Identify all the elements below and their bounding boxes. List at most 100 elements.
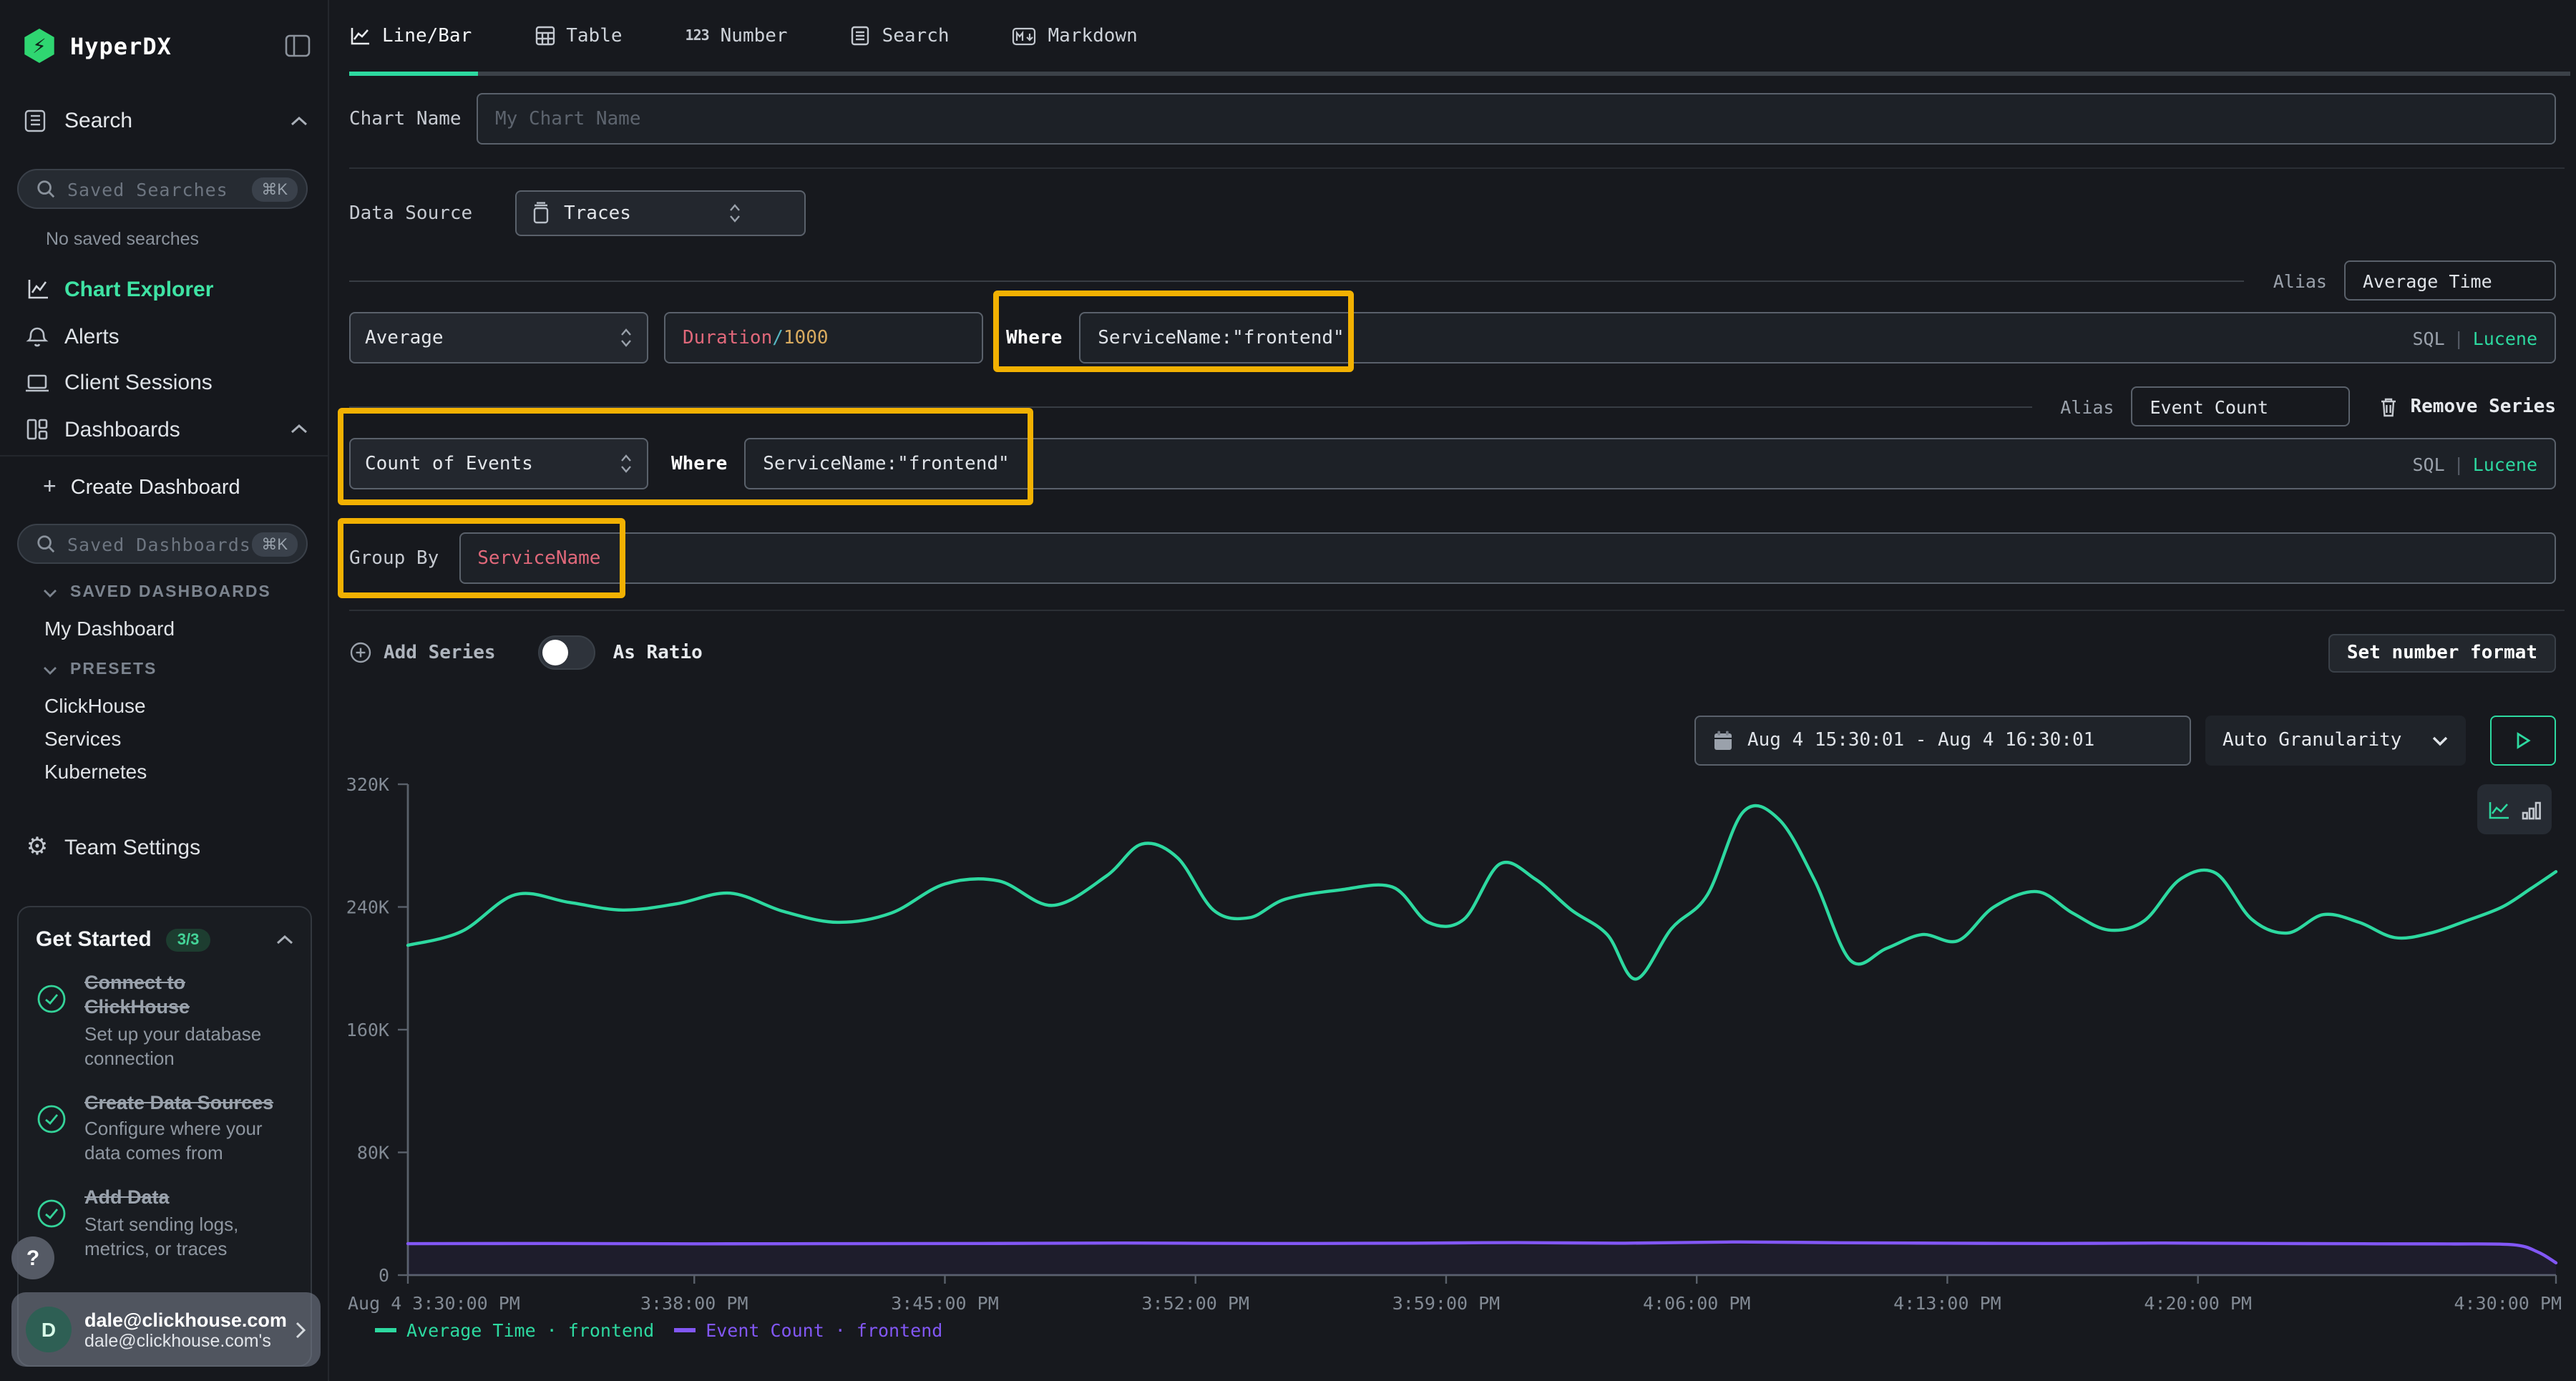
avatar: D (26, 1307, 72, 1352)
alias-label: Alias (2273, 270, 2327, 291)
legend-line-marker (674, 1329, 696, 1332)
chart-plot[interactable]: 080K160K240K320KAug 4 3:30:00 PM3:38:00 … (329, 773, 2576, 1345)
add-series-button[interactable]: Add Series (349, 641, 496, 664)
lucene-mode-button[interactable]: Lucene (2473, 453, 2537, 474)
chevron-up-icon[interactable] (291, 424, 308, 435)
granularity-select[interactable]: Auto Granularity (2205, 716, 2466, 766)
x-tick-label: Aug 4 3:30:00 PM (348, 1293, 520, 1314)
sidebar-item-services[interactable]: Services (44, 727, 121, 750)
series-divider-line (349, 406, 2031, 407)
calendar-icon (1713, 730, 1733, 751)
saved-dashboards-section-header[interactable]: SAVED DASHBOARDS (43, 584, 271, 601)
series-2-aggregation-select[interactable]: Count of Events (349, 438, 648, 489)
select-caret-icon (620, 328, 633, 348)
series-actions-row: Add Series As Ratio Set number format (349, 633, 2556, 673)
sidebar-item-label: Alerts (64, 324, 119, 348)
create-dashboard-button[interactable]: + Create Dashboard (43, 475, 240, 501)
where-query: ServiceName:"frontend" (763, 453, 1009, 474)
series-1-alias-input[interactable]: Average Time (2344, 260, 2556, 301)
tab-number[interactable]: 123 Number (686, 25, 788, 47)
date-range-input[interactable]: Aug 4 15:30:01 - Aug 4 16:30:01 (1694, 716, 2191, 766)
series-1-field-expression-input[interactable]: Duration/1000 (664, 312, 983, 363)
sidebar-item-kubernetes[interactable]: Kubernetes (44, 760, 147, 783)
tab-line-bar[interactable]: Line/Bar (349, 25, 472, 47)
tab-table[interactable]: Table (535, 25, 622, 47)
help-button[interactable]: ? (11, 1236, 54, 1279)
get-started-progress-badge: 3/3 (166, 928, 211, 951)
search-section-header[interactable]: Search (23, 109, 308, 133)
get-started-title: Get Started (36, 927, 152, 952)
data-source-select[interactable]: Traces (515, 190, 806, 236)
legend-item[interactable]: Average Time · frontend (375, 1319, 654, 1341)
get-started-item[interactable]: Connect to ClickHouse Set up your databa… (36, 972, 293, 1071)
group-by-row: Group By ServiceName (349, 532, 2556, 584)
tab-label: Search (882, 25, 950, 47)
search-icon (36, 534, 56, 554)
expression-field: Duration (683, 327, 772, 348)
section-header-label: PRESETS (70, 661, 157, 678)
legend-item[interactable]: Event Count · frontend (674, 1319, 942, 1341)
sidebar-item-clickhouse[interactable]: ClickHouse (44, 694, 146, 717)
run-query-button[interactable] (2490, 716, 2556, 766)
tab-markdown[interactable]: Markdown (1013, 25, 1138, 47)
data-source-value: Traces (564, 202, 631, 224)
sidebar-item-team-settings[interactable]: ⚙ Team Settings (23, 833, 200, 862)
group-by-input[interactable]: ServiceName (459, 532, 2556, 584)
alias-value: Average Time (2363, 270, 2492, 291)
x-tick-label: 3:59:00 PM (1392, 1293, 1501, 1314)
saved-searches-input[interactable]: Saved Searches ⌘K (17, 169, 308, 209)
add-series-label: Add Series (384, 642, 496, 663)
remove-series-label: Remove Series (2411, 396, 2557, 417)
user-subtext: dale@clickhouse.com's (84, 1330, 287, 1350)
sidebar-item-dashboards[interactable]: Dashboards (23, 412, 308, 446)
circle-check-icon (36, 1103, 70, 1166)
section-header-label: SAVED DASHBOARDS (70, 584, 271, 601)
as-ratio-toggle[interactable] (539, 635, 596, 670)
series-2-alias-input[interactable]: Event Count (2132, 386, 2351, 426)
collapse-sidebar-icon[interactable] (285, 34, 311, 57)
series-1-aggregation-select[interactable]: Average (349, 312, 648, 363)
journal-icon (23, 109, 47, 133)
saved-dashboards-input[interactable]: Saved Dashboards ⌘K (17, 524, 308, 564)
x-tick-label: 3:45:00 PM (891, 1293, 999, 1314)
user-account-chip[interactable]: D dale@clickhouse.com dale@clickhouse.co… (11, 1292, 321, 1367)
sidebar-item-my-dashboard[interactable]: My Dashboard (44, 617, 175, 640)
sidebar-item-label: Dashboards (64, 417, 180, 441)
remove-series-button[interactable]: Remove Series (2379, 396, 2557, 417)
chart-type-tabs: Line/Bar Table 123 Number Search (349, 0, 1138, 72)
series-1-where-input[interactable]: ServiceName:"frontend" SQL|Lucene (1079, 312, 2556, 363)
as-ratio-label: As Ratio (613, 642, 703, 663)
presets-section-header[interactable]: PRESETS (43, 661, 157, 678)
set-number-format-button[interactable]: Set number format (2328, 633, 2556, 672)
search-icon (36, 179, 56, 199)
group-by-label: Group By (349, 547, 439, 569)
series-2-where-input[interactable]: ServiceName:"frontend" SQL|Lucene (744, 438, 2556, 489)
get-started-item[interactable]: Add Data Start sending logs, metrics, or… (36, 1186, 293, 1262)
sidebar-item-label: Client Sessions (64, 370, 213, 394)
user-email: dale@clickhouse.com (84, 1309, 287, 1330)
sidebar-item-alerts[interactable]: Alerts (23, 319, 308, 353)
get-started-item[interactable]: Create Data Sources Configure where your… (36, 1091, 293, 1166)
trash-icon (2379, 396, 2399, 417)
plus-icon: + (43, 475, 57, 501)
bell-icon (23, 324, 52, 348)
sql-mode-button[interactable]: SQL (2412, 453, 2444, 474)
shortcut-badge: ⌘K (251, 177, 298, 201)
active-tab-underline (349, 72, 478, 76)
get-started-header[interactable]: Get Started 3/3 (36, 927, 293, 952)
get-started-item-desc: Set up your database connection (84, 1023, 293, 1072)
sidebar-item-client-sessions[interactable]: Client Sessions (23, 365, 308, 399)
sql-mode-button[interactable]: SQL (2412, 327, 2444, 348)
chevron-up-icon[interactable] (291, 115, 308, 127)
series-2-row: Count of Events Where ServiceName:"front… (349, 438, 2556, 489)
select-caret-icon (620, 454, 633, 474)
list-icon (851, 26, 871, 46)
chevron-up-icon[interactable] (276, 934, 293, 945)
chart-name-input[interactable]: My Chart Name (477, 93, 2556, 145)
sidebar-item-chart-explorer[interactable]: Chart Explorer (23, 272, 308, 306)
sidebar-divider (0, 455, 328, 457)
tab-search[interactable]: Search (851, 25, 950, 47)
logo-row: ⚡ HyperDX (23, 26, 311, 66)
lucene-mode-button[interactable]: Lucene (2473, 327, 2537, 348)
get-started-item-desc: Configure where your data comes from (84, 1118, 293, 1167)
